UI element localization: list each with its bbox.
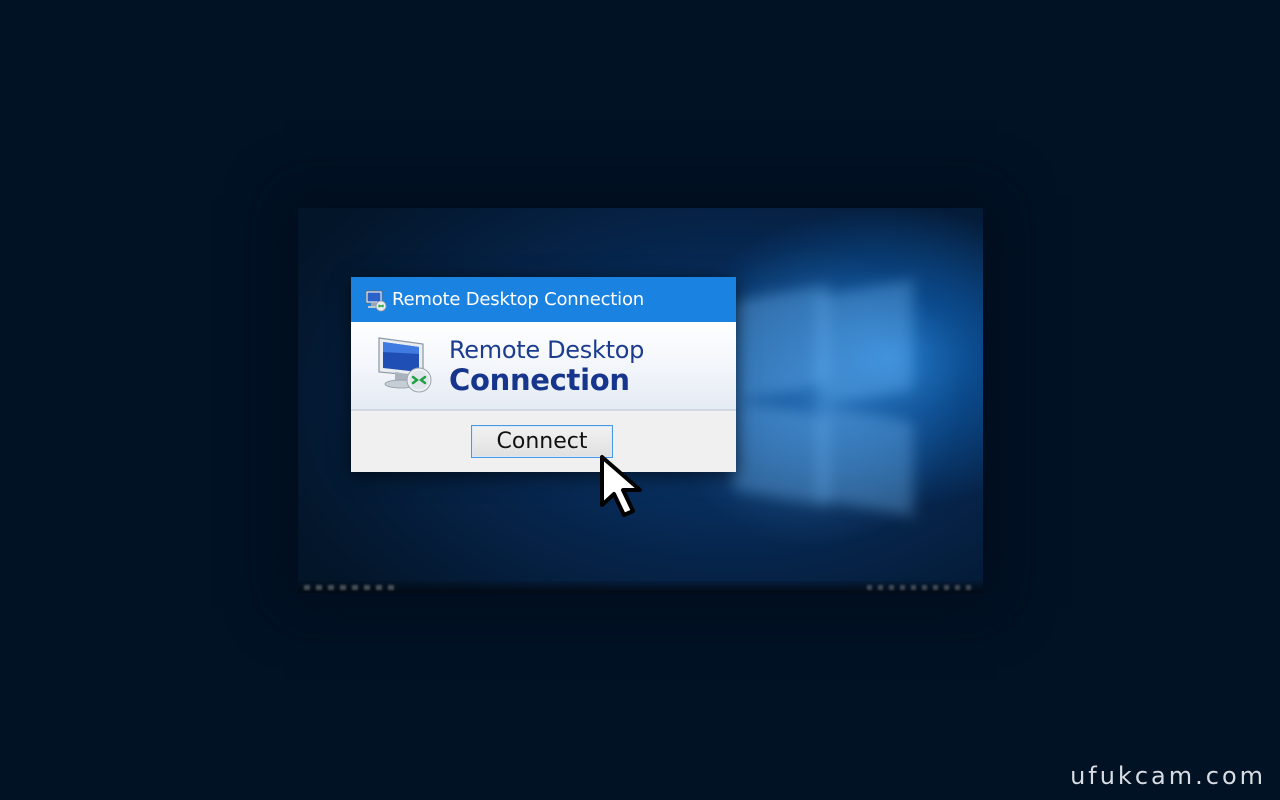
windows-logo-pane: [818, 404, 913, 517]
banner-title-line1: Remote Desktop: [449, 336, 645, 364]
remote-desktop-dialog: Remote Desktop Connection Remote Desktop…: [351, 277, 736, 472]
watermark-text: ufukcam.com: [1070, 762, 1266, 790]
remote-desktop-icon: [365, 290, 387, 311]
windows-logo-pane: [733, 399, 828, 507]
mouse-pointer-icon: [600, 455, 642, 517]
dialog-title: Remote Desktop Connection: [392, 289, 644, 310]
system-tray: [867, 585, 977, 590]
dialog-banner: Remote Desktop Connection: [351, 322, 736, 410]
connect-button[interactable]: Connect: [471, 425, 613, 458]
windows-logo-pane: [818, 279, 913, 407]
remote-desktop-monitor-icon: [378, 337, 432, 393]
taskbar-icons: [304, 585, 394, 590]
title-bar[interactable]: Remote Desktop Connection: [351, 277, 736, 322]
windows-logo-pane: [733, 284, 828, 402]
dialog-footer: Connect: [351, 412, 736, 472]
banner-title-line2: Connection: [449, 363, 630, 397]
taskbar: [298, 581, 983, 593]
